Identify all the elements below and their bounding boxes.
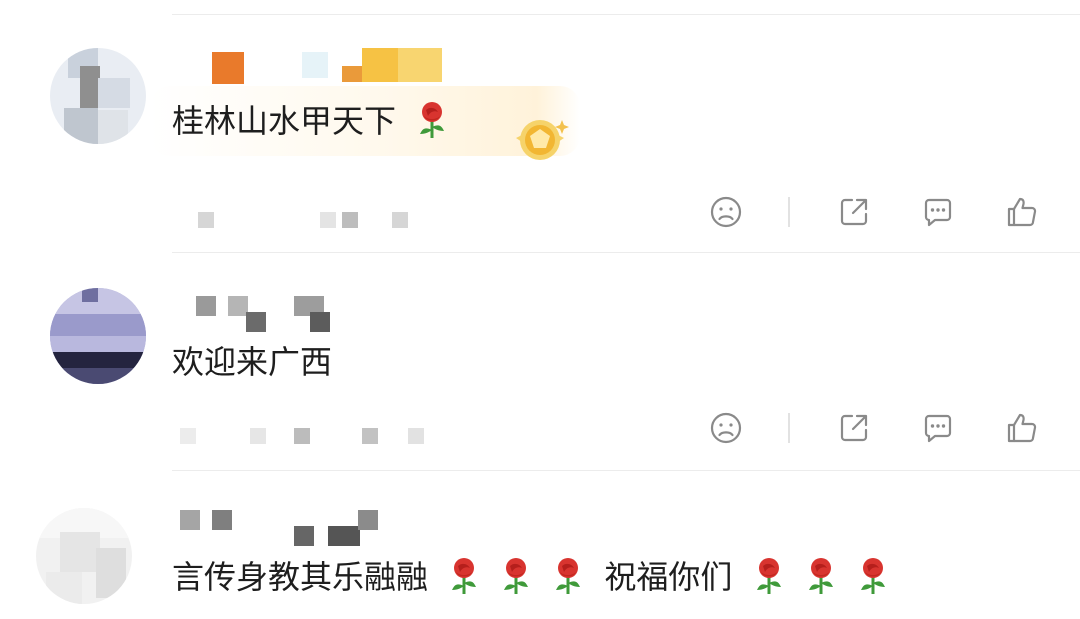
- rose-emoji: [412, 100, 452, 140]
- like-button[interactable]: [1002, 408, 1042, 448]
- reply-icon: [924, 198, 952, 227]
- reply-button[interactable]: [918, 192, 958, 232]
- rose-emoji: [801, 556, 841, 596]
- comment-text-part2: 祝福你们: [604, 558, 733, 596]
- rose-emoji: [548, 556, 588, 596]
- share-button[interactable]: [834, 408, 874, 448]
- dislike-button[interactable]: [706, 192, 746, 232]
- reply-icon: [924, 414, 952, 443]
- share-icon: [840, 198, 868, 226]
- avatar[interactable]: [50, 288, 146, 384]
- timestamp-blurred: [176, 426, 436, 446]
- username-blurred[interactable]: [172, 506, 392, 546]
- rose-emoji: [444, 556, 484, 596]
- comment-1: 桂林山水甲天下: [0, 0, 1080, 250]
- action-separator: [788, 197, 790, 227]
- medal-icon: [510, 112, 570, 164]
- like-icon: [1007, 197, 1037, 227]
- comment-3: 言传身教其乐融融 祝福你们: [0, 470, 1080, 619]
- dislike-icon: [710, 412, 742, 444]
- like-icon: [1007, 413, 1037, 443]
- dislike-button[interactable]: [706, 408, 746, 448]
- comment-text-content: 桂林山水甲天下: [172, 102, 397, 140]
- comment-actions: [706, 408, 1042, 448]
- comment-text: 桂林山水甲天下: [172, 100, 458, 141]
- comment-text: 言传身教其乐融融 祝福你们: [172, 556, 899, 597]
- like-button[interactable]: [1002, 192, 1042, 232]
- action-separator: [788, 413, 790, 443]
- timestamp-blurred: [176, 210, 436, 230]
- reply-button[interactable]: [918, 408, 958, 448]
- share-icon: [840, 414, 868, 442]
- rose-emoji: [496, 556, 536, 596]
- comment-2: 欢迎来广西: [0, 252, 1080, 470]
- comment-text: 欢迎来广西: [172, 343, 333, 381]
- comment-text-part1: 言传身教其乐融融: [172, 558, 429, 596]
- share-button[interactable]: [834, 192, 874, 232]
- rose-emoji: [749, 556, 789, 596]
- avatar[interactable]: [36, 508, 132, 604]
- comment-actions: [706, 192, 1042, 232]
- rose-emoji: [853, 556, 893, 596]
- username-blurred[interactable]: [172, 48, 452, 88]
- avatar[interactable]: [50, 48, 146, 144]
- dislike-icon: [710, 196, 742, 228]
- username-blurred[interactable]: [172, 292, 372, 332]
